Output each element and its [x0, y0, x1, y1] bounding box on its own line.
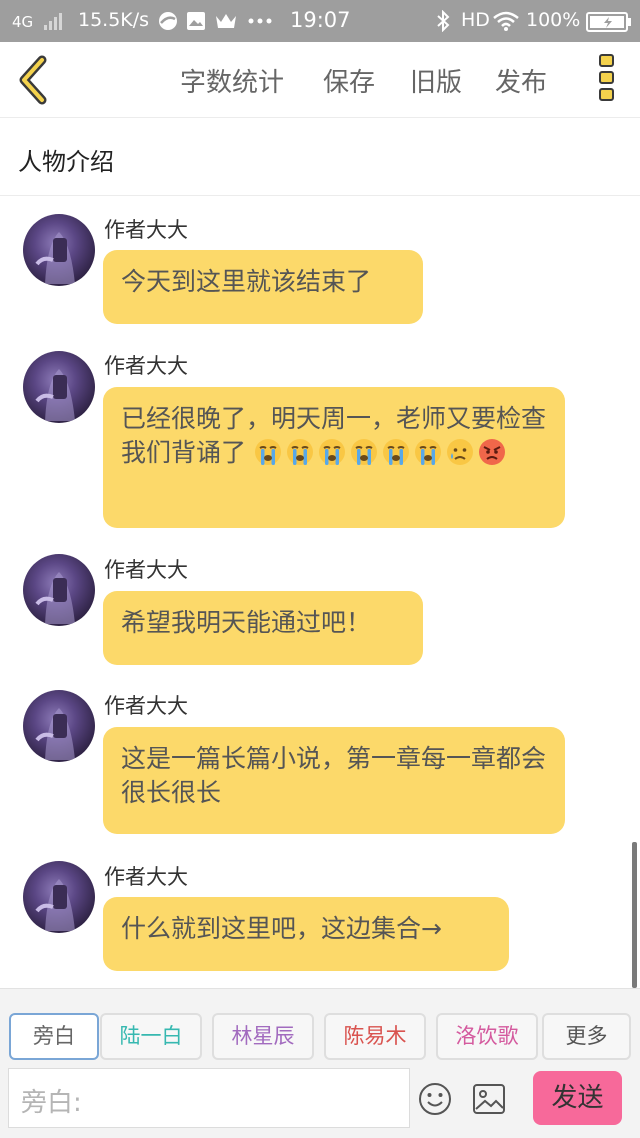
hd-indicator: HD [461, 9, 490, 31]
avatar[interactable] [23, 351, 95, 423]
status-bar: 4G 15.5K/s 19:07 HD 100% [0, 0, 640, 42]
crying-face-icon [286, 439, 313, 465]
avatar[interactable] [23, 214, 95, 286]
message-author: 作者大大 [104, 558, 188, 582]
character-chip-narrator[interactable]: 旁白 [9, 1013, 99, 1060]
sad-tear-face-icon [446, 439, 473, 465]
image-notification-icon [187, 12, 205, 30]
word-count-button[interactable]: 字数统计 [180, 62, 284, 99]
message-text: 这是一篇长篇小说，第一章每一章都会很长很长 [121, 744, 547, 807]
battery-icon [586, 12, 631, 32]
character-chip-lin-xingchen[interactable]: 林星辰 [212, 1013, 314, 1060]
signal-icon [44, 13, 64, 30]
message-author: 作者大大 [104, 218, 188, 242]
message-text: 今天到这里就该结束了 [121, 267, 372, 296]
chevron-left-icon[interactable] [14, 54, 54, 106]
crying-face-icon [382, 439, 409, 465]
crown-icon [216, 14, 236, 28]
message-bubble: 已经很晚了，明天周一，老师又要检查我们背诵了 [103, 387, 565, 528]
emoji-list [246, 438, 510, 467]
composer-panel: 旁白 陆一白 林星辰 陈易木 洛饮歌 更多 旁白: 发送 [0, 988, 640, 1138]
section-title: 人物介绍 [18, 148, 114, 176]
message-bubble: 什么就到这里吧，这边集合→ [103, 897, 509, 971]
message-text: 希望我明天能通过吧！ [121, 608, 372, 637]
crying-face-icon [414, 439, 441, 465]
message-input[interactable]: 旁白: [8, 1068, 410, 1128]
section-header: 人物介绍 [0, 118, 640, 196]
shield-app-icon [159, 12, 177, 30]
avatar[interactable] [23, 861, 95, 933]
message-bubble: 这是一篇长篇小说，第一章每一章都会很长很长 [103, 727, 565, 834]
avatar[interactable] [23, 690, 95, 762]
message-bubble: 今天到这里就该结束了 [103, 250, 423, 324]
crying-face-icon [254, 439, 281, 465]
character-chip-lu-yibai[interactable]: 陆一白 [100, 1013, 202, 1060]
message-input-placeholder: 旁白: [21, 1088, 82, 1118]
network-type: 4G [12, 13, 34, 31]
publish-button[interactable]: 发布 [495, 62, 547, 99]
message-bubble: 希望我明天能通过吧！ [103, 591, 423, 665]
bluetooth-icon [437, 10, 450, 32]
angry-face-icon [478, 439, 505, 465]
crying-face-icon [318, 439, 345, 465]
clock: 19:07 [290, 8, 351, 32]
old-version-button[interactable]: 旧版 [410, 62, 462, 99]
more-vertical-icon[interactable] [594, 54, 618, 108]
message-author: 作者大大 [104, 865, 188, 889]
send-button[interactable]: 发送 [533, 1071, 622, 1125]
more-characters-button[interactable]: 更多 [542, 1013, 631, 1060]
scrollbar[interactable] [632, 842, 637, 988]
image-icon[interactable] [472, 1083, 506, 1115]
avatar[interactable] [23, 554, 95, 626]
wifi-icon [493, 11, 519, 31]
message-author: 作者大大 [104, 354, 188, 378]
save-button[interactable]: 保存 [323, 62, 375, 99]
smiley-icon[interactable] [418, 1082, 452, 1116]
ellipsis-icon [248, 18, 272, 24]
character-chip-luo-yinge[interactable]: 洛饮歌 [436, 1013, 538, 1060]
character-chip-chen-yimu[interactable]: 陈易木 [324, 1013, 426, 1060]
message-text: 什么就到这里吧，这边集合→ [121, 914, 442, 943]
message-author: 作者大大 [104, 694, 188, 718]
crying-face-icon [350, 439, 377, 465]
battery-percent: 100% [526, 9, 581, 31]
top-toolbar: 字数统计 保存 旧版 发布 [0, 42, 640, 118]
network-speed: 15.5K/s [78, 9, 150, 31]
